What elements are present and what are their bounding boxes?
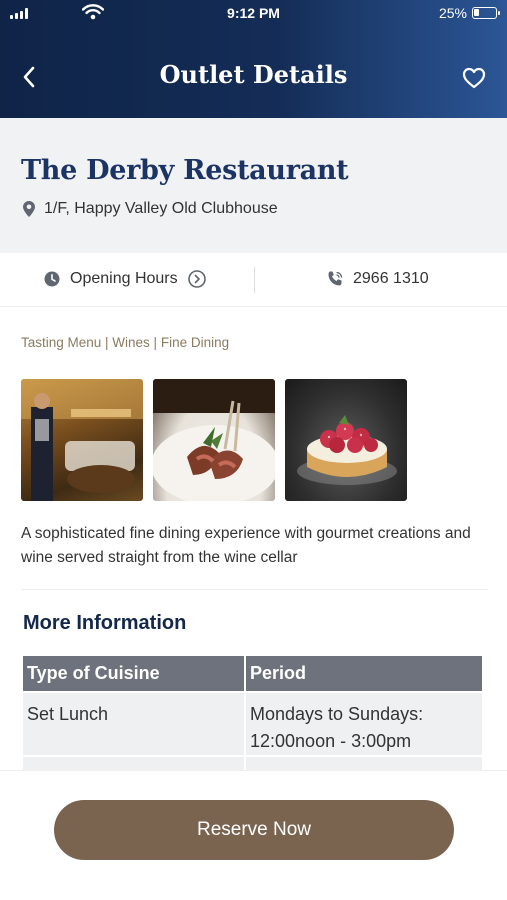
location-pin-icon (23, 201, 35, 217)
gallery-photo-lamb-dish[interactable] (153, 379, 275, 501)
info-bar-divider (254, 267, 255, 293)
app-header: 9:12 PM 25% Outlet Details (0, 0, 507, 118)
section-divider (21, 589, 487, 590)
raspberry-tart-image (297, 415, 397, 485)
phone-number: 2966 1310 (353, 270, 429, 287)
table-header-cuisine: Type of Cuisine (23, 656, 244, 691)
table-header-row: Type of Cuisine Period (23, 656, 482, 691)
photo-gallery (21, 379, 407, 501)
table-header-period: Period (246, 656, 482, 691)
phone-button[interactable]: 2966 1310 (326, 270, 429, 288)
page-title: Outlet Details (159, 60, 348, 89)
chevron-right-circle-icon (187, 270, 206, 288)
table-row: Set Lunch Mondays to Sundays: 12:00noon … (23, 691, 482, 755)
phone-icon (328, 271, 343, 286)
battery-percentage: 25% (438, 5, 467, 21)
outlet-info-bar: Opening Hours 2966 1310 (0, 253, 507, 307)
table-cell-period: Mondays to Sundays: 12:00noon - 3:00pm (246, 691, 482, 755)
more-information-heading: More Information (23, 612, 187, 634)
reserve-now-button[interactable]: Reserve Now (54, 800, 454, 860)
outlet-name: The Derby Restaurant (21, 155, 349, 186)
clock-icon (44, 271, 60, 287)
heart-outline-icon (462, 67, 486, 89)
outlet-description: A sophisticated fine dining experience w… (21, 525, 471, 566)
battery-icon (472, 7, 500, 19)
table-cell-cuisine: Set Lunch (23, 691, 244, 755)
status-time: 9:12 PM (227, 5, 280, 21)
battery-level-fill (474, 9, 479, 16)
lamb-dish-image (153, 379, 275, 501)
outlet-title-section: The Derby Restaurant 1/F, Happy Valley O… (0, 118, 507, 253)
reserve-footer: Reserve Now (0, 770, 507, 900)
favorite-button[interactable] (459, 63, 489, 93)
outlet-tags: Tasting Menu | Wines | Fine Dining (21, 335, 230, 350)
gallery-photo-dining-room[interactable] (21, 379, 143, 501)
gallery-photo-raspberry-tart[interactable] (285, 379, 407, 501)
opening-hours-button[interactable]: Opening Hours (44, 270, 206, 288)
location-text: 1/F, Happy Valley Old Clubhouse (44, 200, 278, 217)
location-row: 1/F, Happy Valley Old Clubhouse (22, 200, 278, 218)
opening-hours-label: Opening Hours (70, 270, 178, 287)
dining-room-image (21, 379, 143, 501)
status-bar: 9:12 PM 25% (0, 0, 507, 28)
